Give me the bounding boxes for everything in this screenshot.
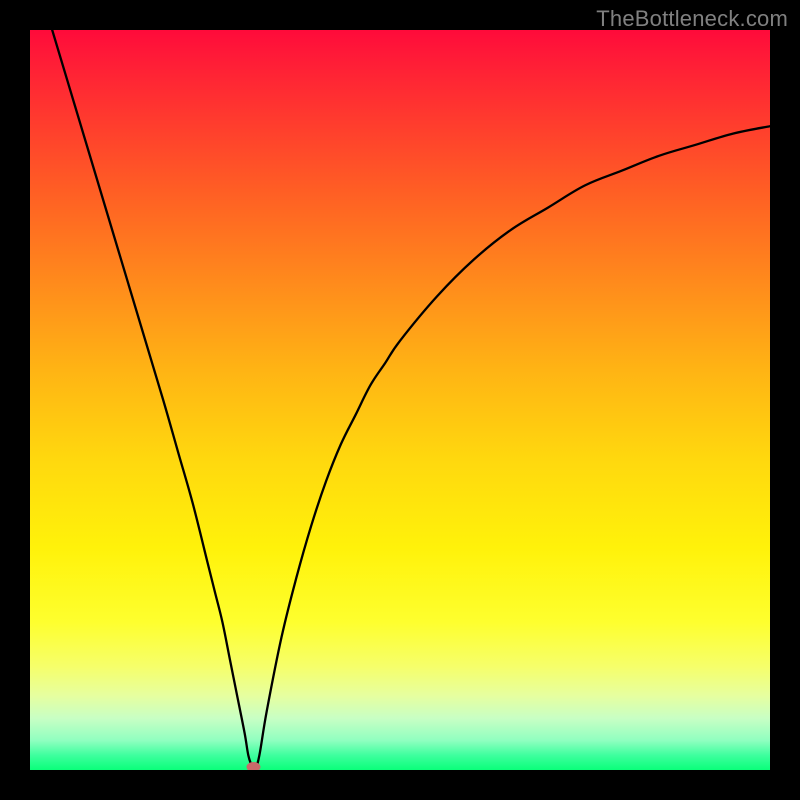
chart-frame: TheBottleneck.com: [0, 0, 800, 800]
chart-svg: [30, 30, 770, 770]
watermark-text: TheBottleneck.com: [596, 6, 788, 32]
plot-area: [30, 30, 770, 770]
bottleneck-curve: [52, 30, 770, 770]
